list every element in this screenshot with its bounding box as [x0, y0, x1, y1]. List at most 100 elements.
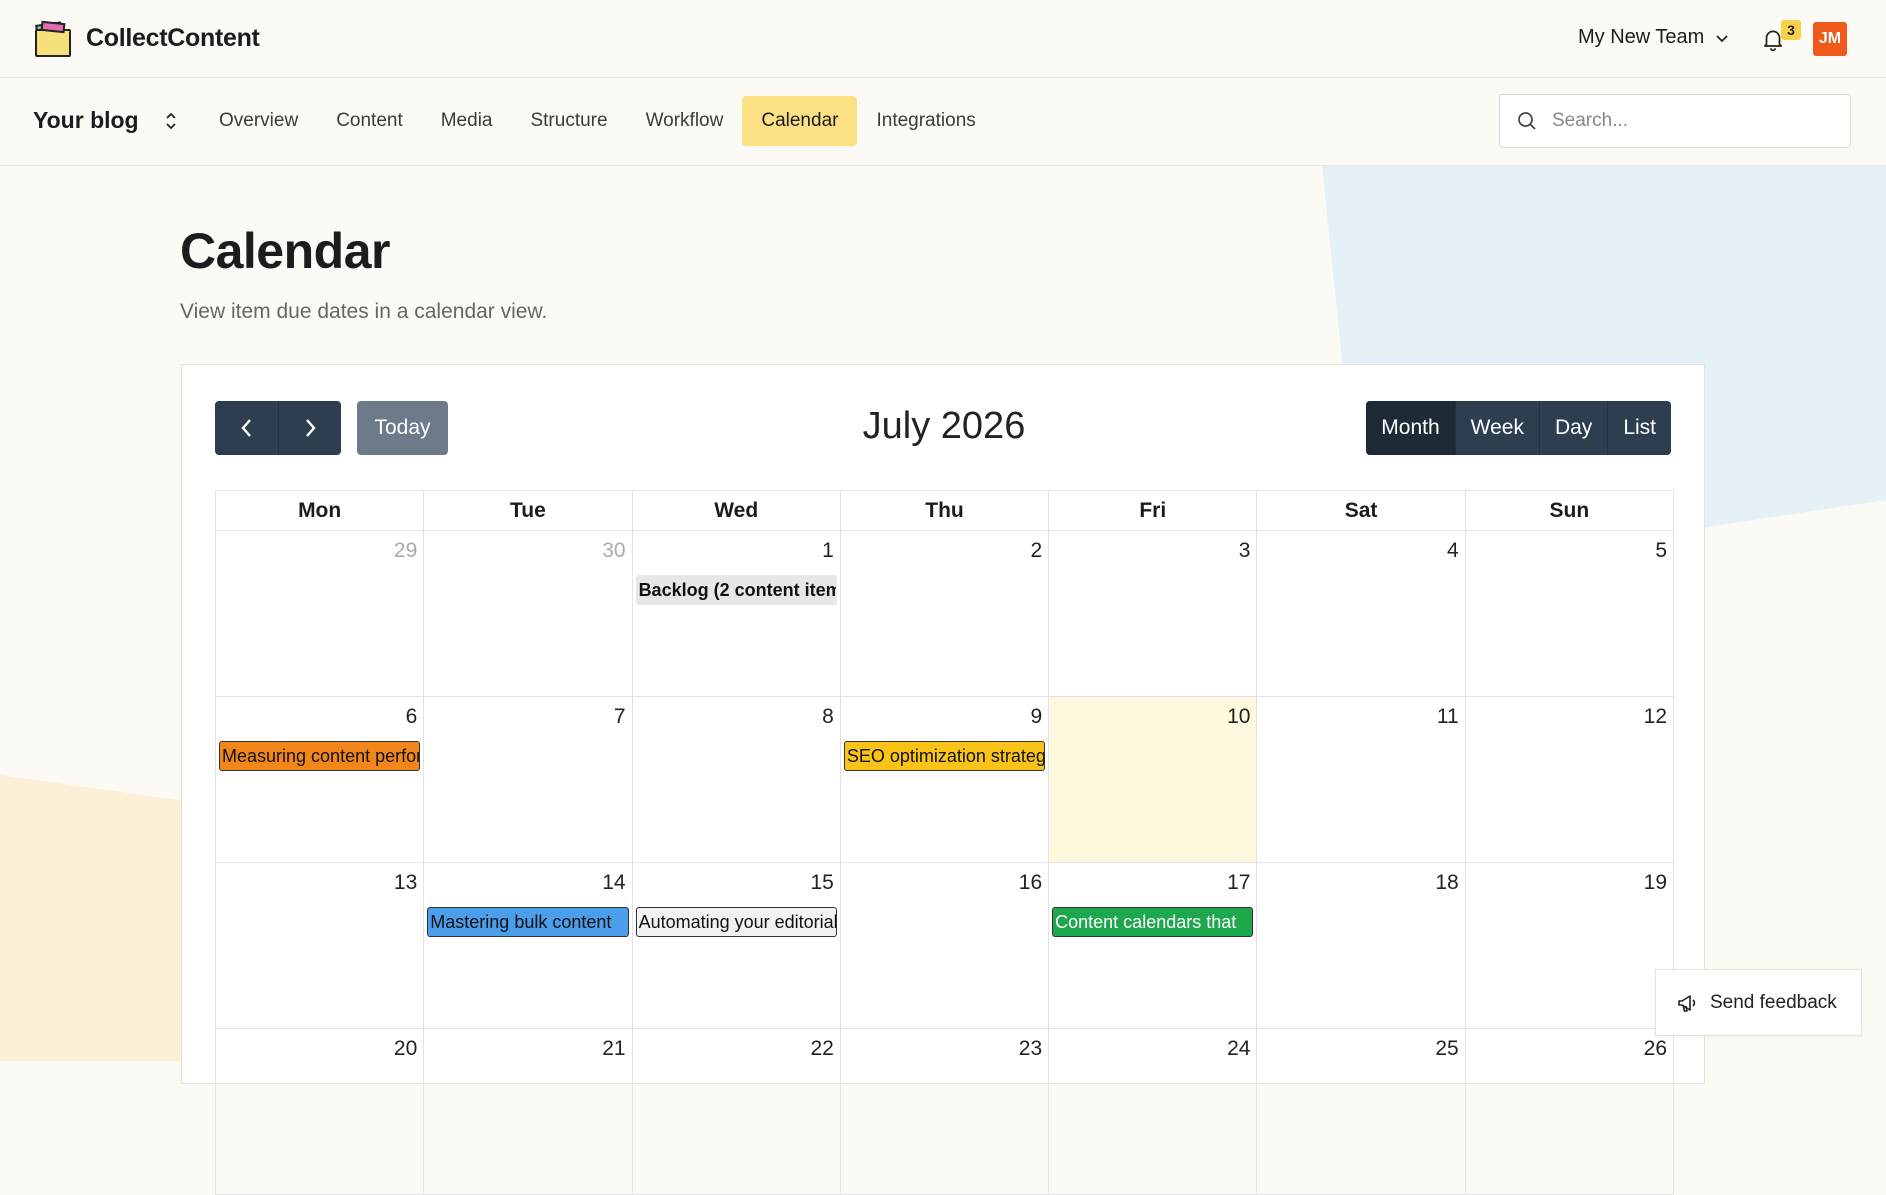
day-number: 9: [1030, 705, 1043, 728]
nav-content[interactable]: Content: [317, 96, 422, 146]
calendar-event[interactable]: Content calendars that: [1052, 907, 1254, 937]
calendar-week: 6 Measuring content performance 7 8 9 SE…: [216, 697, 1674, 863]
day-cell[interactable]: 6 Measuring content performance: [216, 697, 425, 863]
day-cell[interactable]: 5: [1465, 531, 1674, 697]
day-cell[interactable]: 26: [1465, 1029, 1674, 1195]
day-cell[interactable]: 1 Backlog (2 content items): [632, 531, 841, 697]
day-cell[interactable]: 8: [632, 697, 841, 863]
user-avatar[interactable]: JM: [1813, 22, 1847, 56]
day-number: 21: [602, 1037, 626, 1060]
calendar-week: 13 14 Mastering bulk content 15 Automati…: [216, 863, 1674, 1029]
view-week-button[interactable]: Week: [1454, 401, 1539, 455]
view-list-button[interactable]: List: [1607, 401, 1671, 455]
calendar-week: 29 30 1 Backlog (2 content items) 2 3 4 …: [216, 531, 1674, 697]
day-number: 13: [393, 871, 418, 894]
view-day-button[interactable]: Day: [1538, 401, 1607, 455]
project-name: Your blog: [33, 107, 139, 133]
day-number: 4: [1447, 539, 1459, 562]
day-number: 19: [1643, 871, 1667, 894]
day-number: 3: [1238, 539, 1251, 562]
chevron-up-down-icon: [165, 112, 176, 129]
nav-calendar[interactable]: Calendar: [742, 96, 858, 146]
day-number: 20: [393, 1037, 418, 1060]
collectcontent-logo-icon[interactable]: [33, 18, 73, 58]
nav-links: Overview Content Media Structure Workflo…: [200, 96, 995, 146]
day-cell[interactable]: 16: [840, 863, 1050, 1029]
day-cell[interactable]: 20: [216, 1029, 425, 1195]
day-number: 26: [1643, 1037, 1667, 1060]
day-cell[interactable]: 7: [424, 697, 633, 863]
day-number: 6: [405, 705, 418, 728]
weekday-label: Fri: [1049, 491, 1258, 531]
day-number: 17: [1227, 871, 1251, 894]
day-cell[interactable]: 18: [1257, 863, 1466, 1029]
day-cell[interactable]: 24: [1049, 1029, 1258, 1195]
search-input[interactable]: [1550, 109, 1834, 133]
day-number: 15: [810, 871, 834, 894]
day-cell[interactable]: 14 Mastering bulk content: [424, 863, 633, 1029]
view-month-button[interactable]: Month: [1366, 401, 1455, 455]
day-number: 23: [1018, 1037, 1043, 1060]
weekday-label: Tue: [424, 491, 633, 531]
day-cell[interactable]: 9 SEO optimization strategies: [840, 697, 1050, 863]
day-number: 7: [613, 705, 626, 728]
nav-workflow[interactable]: Workflow: [627, 96, 743, 146]
weekday-label: Thu: [840, 491, 1050, 531]
day-cell[interactable]: 29: [216, 531, 425, 697]
chevron-down-icon: [1716, 34, 1728, 42]
send-feedback-button[interactable]: Send feedback: [1655, 969, 1862, 1036]
calendar-event[interactable]: SEO optimization strategies: [843, 741, 1046, 771]
day-cell[interactable]: 19: [1465, 863, 1674, 1029]
day-cell[interactable]: 15 Automating your editorial: [632, 863, 841, 1029]
day-cell[interactable]: 21: [424, 1029, 633, 1195]
day-number: 25: [1435, 1037, 1459, 1060]
nav-integrations[interactable]: Integrations: [857, 96, 994, 146]
calendar-week: 20 21 22 23 24 25 26: [216, 1029, 1674, 1195]
nav-overview[interactable]: Overview: [200, 96, 317, 146]
day-number: 1: [822, 539, 834, 562]
search-icon: [1518, 112, 1536, 130]
day-number: 24: [1227, 1037, 1251, 1060]
feedback-label: Send feedback: [1710, 991, 1837, 1013]
day-cell[interactable]: 25: [1257, 1029, 1466, 1195]
weekday-header: Mon Tue Wed Thu Fri Sat Sun: [216, 491, 1674, 531]
day-cell[interactable]: 13: [216, 863, 425, 1029]
day-cell[interactable]: 30: [424, 531, 633, 697]
day-number: 30: [602, 539, 626, 562]
weekday-label: Sun: [1465, 491, 1674, 531]
day-cell[interactable]: 3: [1049, 531, 1258, 697]
day-number: 5: [1655, 539, 1667, 562]
day-cell[interactable]: 12: [1465, 697, 1674, 863]
view-switcher: Month Week Day List: [1366, 401, 1671, 455]
project-nav: Your blog Overview Content Media Structu…: [0, 78, 1886, 166]
team-switcher[interactable]: My New Team: [1578, 26, 1730, 49]
day-cell[interactable]: 2: [840, 531, 1050, 697]
day-cell-today[interactable]: 10: [1049, 697, 1258, 863]
weekday-label: Mon: [216, 491, 425, 531]
day-number: 22: [810, 1037, 834, 1060]
day-cell[interactable]: 23: [840, 1029, 1050, 1195]
nav-structure[interactable]: Structure: [511, 96, 626, 146]
calendar-event[interactable]: Backlog (2 content items): [635, 575, 837, 605]
day-number: 10: [1227, 705, 1251, 728]
nav-media[interactable]: Media: [422, 96, 512, 146]
page-subtitle: View item due dates in a calendar view.: [180, 300, 548, 323]
megaphone-icon: [1678, 994, 1696, 1012]
top-header: CollectContent My New Team 3 JM: [0, 0, 1886, 78]
day-cell[interactable]: 4: [1257, 531, 1466, 697]
calendar-event[interactable]: Automating your editorial: [635, 907, 837, 937]
page-title: Calendar: [180, 223, 390, 279]
calendar-event[interactable]: Measuring content performance: [219, 741, 421, 771]
calendar-event[interactable]: Mastering bulk content: [427, 907, 629, 937]
brand-name[interactable]: CollectContent: [86, 24, 260, 53]
search-box: [1499, 94, 1851, 148]
weekday-label: Wed: [632, 491, 841, 531]
calendar-card: Today July 2026 Month Week Day List Mon …: [181, 364, 1705, 1195]
notification-badge: 3: [1781, 20, 1801, 40]
day-number: 16: [1018, 871, 1043, 894]
day-cell[interactable]: 17 Content calendars that: [1049, 863, 1258, 1029]
day-cell[interactable]: 22: [632, 1029, 841, 1195]
day-cell[interactable]: 11: [1257, 697, 1466, 863]
day-number: 8: [822, 705, 834, 728]
project-switcher[interactable]: Your blog: [33, 107, 179, 134]
